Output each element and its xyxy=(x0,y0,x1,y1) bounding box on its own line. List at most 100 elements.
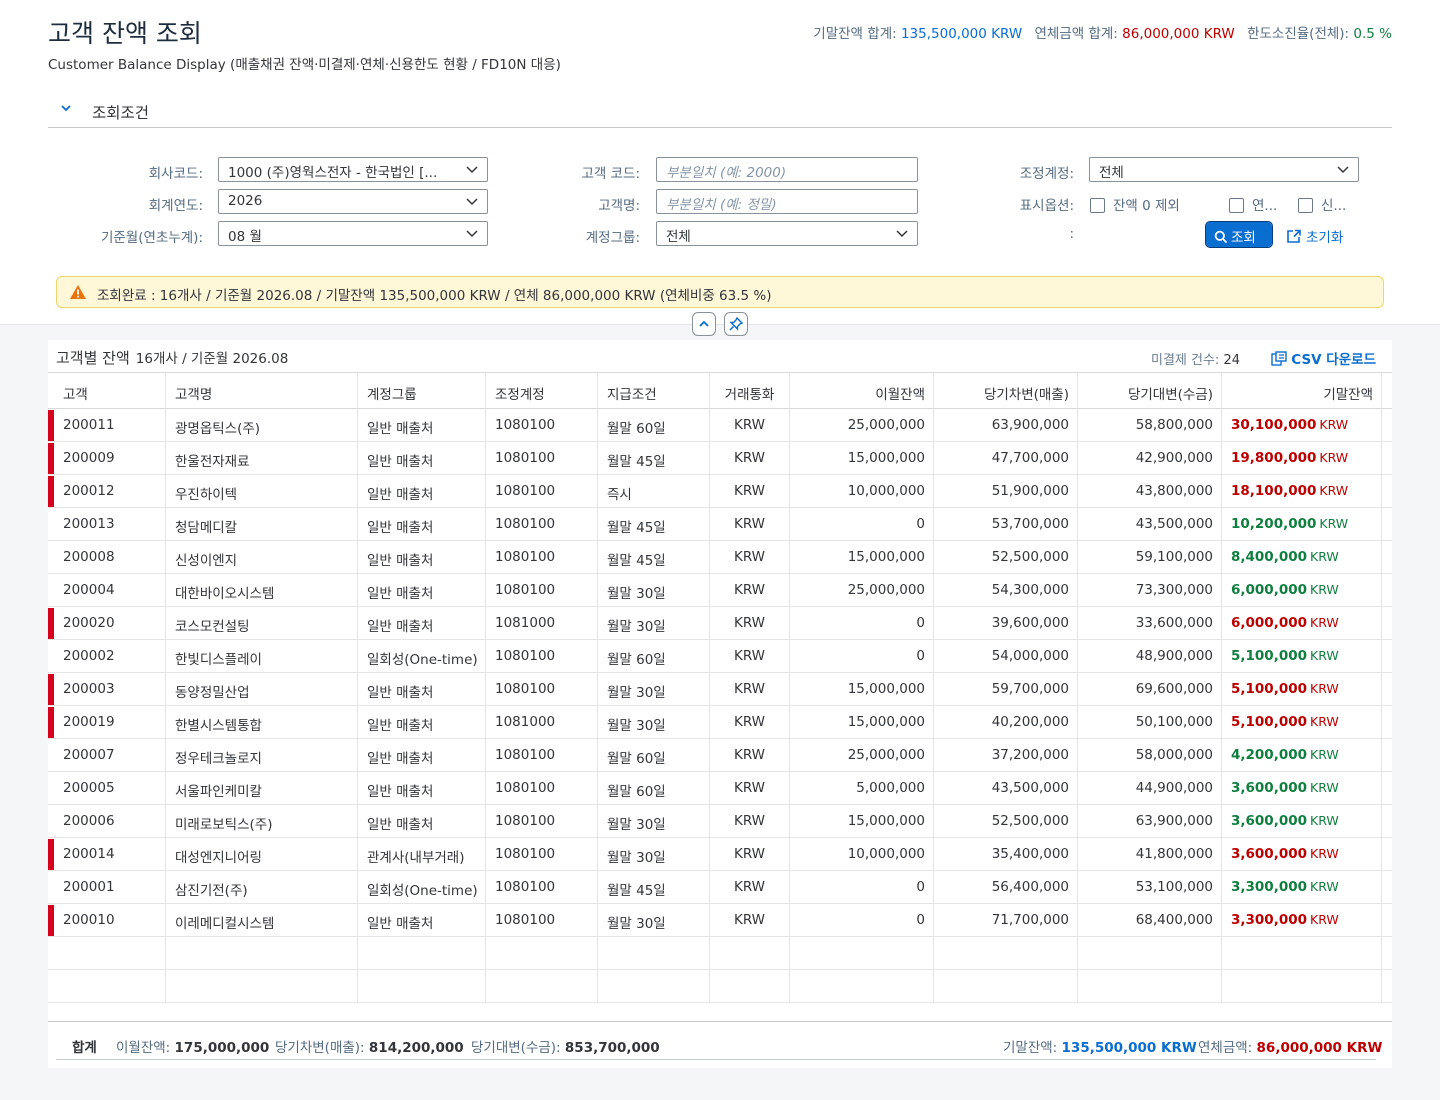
credit-option-checkbox[interactable]: 신... xyxy=(1298,194,1346,214)
table-title: 고객별 잔액 16개사 / 기준월 2026.08 xyxy=(56,347,288,368)
table-row[interactable]: 200008 신성이엔지 일반 매출처 1080100 월말 45일 KRW 15,000,… xyxy=(48,541,1392,574)
fiscal-year-select[interactable]: 2026 xyxy=(218,189,488,214)
table-row[interactable]: 200011 광명옵틱스(주) 일반 매출처 1080100 월말 60일 KRW 25,0… xyxy=(48,409,1392,442)
account-group-select[interactable]: 전체 xyxy=(656,221,918,246)
end-balance-value: 5,100,000 xyxy=(1231,648,1308,664)
exclude-zero-checkbox[interactable]: 잔액 0 제외 xyxy=(1090,194,1180,214)
column-header-debit[interactable]: 당기차변(매출) xyxy=(934,373,1078,408)
column-header-account-group[interactable]: 계정그룹 xyxy=(358,373,486,408)
cell-account-group: 일반 매출처 xyxy=(358,508,486,540)
column-header-recon-account[interactable]: 조정계정 xyxy=(486,373,598,408)
cell-carry-forward: 10,000,000 xyxy=(790,838,934,870)
cell-account-group: 일반 매출처 xyxy=(358,706,486,738)
cell-end-balance: 6,000,000 KRW xyxy=(1222,574,1382,606)
table-row[interactable]: 200014 대성엔지니어링 관계사(내부거래) 1080100 월말 30일 KRW 10… xyxy=(48,838,1392,871)
end-balance-currency: KRW xyxy=(1310,912,1339,927)
cell-recon-account: 1081000 xyxy=(486,706,598,738)
total-end-balance: 기말잔액: 135,500,000 KRW xyxy=(1003,1036,1197,1056)
empty-cell xyxy=(358,970,486,1002)
empty-cell xyxy=(598,937,710,969)
company-code-select[interactable]: 1000 (주)영웍스전자 - 한국법인 [... xyxy=(218,157,488,182)
end-balance-value: 19,800,000 xyxy=(1231,450,1317,466)
end-balance-currency: KRW xyxy=(1310,780,1339,795)
cell-customer-code: 200002 xyxy=(48,640,166,672)
cell-customer-code: 200008 xyxy=(48,541,166,573)
checkbox-box[interactable] xyxy=(1229,198,1244,213)
table-row[interactable]: 200009 한울전자재료 일반 매출처 1080100 월말 45일 KRW 15,000… xyxy=(48,442,1392,475)
recon-account-select[interactable]: 전체 xyxy=(1089,157,1359,182)
end-balance-value: 10,200,000 xyxy=(1231,516,1317,532)
table-row[interactable]: 200004 대한바이오시스템 일반 매출처 1080100 월말 30일 KRW 25,0… xyxy=(48,574,1392,607)
column-header-carry-forward[interactable]: 이월잔액 xyxy=(790,373,934,408)
reset-button[interactable]: 초기화 xyxy=(1286,226,1343,246)
column-header-end-balance[interactable]: 기말잔액 xyxy=(1222,373,1382,408)
cell-debit: 40,200,000 xyxy=(934,706,1078,738)
column-header-customer-name[interactable]: 고객명 xyxy=(166,373,358,408)
customer-name-label: 고객명: xyxy=(598,198,640,214)
table-title-text: 고객별 잔액 xyxy=(56,349,130,367)
cell-credit: 53,100,000 xyxy=(1078,871,1222,903)
cell-carry-forward: 15,000,000 xyxy=(790,442,934,474)
overdue-only-checkbox[interactable]: 연... xyxy=(1229,194,1277,214)
cell-recon-account: 1080100 xyxy=(486,772,598,804)
end-balance-currency: KRW xyxy=(1310,615,1339,630)
table-row[interactable]: 200003 동양정밀산업 일반 매출처 1080100 월말 30일 KRW 15,000… xyxy=(48,673,1392,706)
cell-currency: KRW xyxy=(710,607,790,639)
totals-footer: 합계 이월잔액: 175,000,000 당기차변(매출): 814,200,0… xyxy=(48,1021,1392,1061)
empty-cell xyxy=(166,937,358,969)
cell-customer-code: 200012 xyxy=(48,475,166,507)
cell-carry-forward: 25,000,000 xyxy=(790,574,934,606)
csv-download-button[interactable]: CSV 다운로드 xyxy=(1271,348,1376,368)
cell-debit: 35,400,000 xyxy=(934,838,1078,870)
end-balance-value: 3,300,000 xyxy=(1231,912,1308,928)
cell-customer-name: 광명옵틱스(주) xyxy=(166,409,358,441)
empty-table-row xyxy=(48,970,1392,1003)
table-row[interactable]: 200013 청담메디칼 일반 매출처 1080100 월말 45일 KRW 0 53,700… xyxy=(48,508,1392,541)
cell-currency: KRW xyxy=(710,904,790,936)
table-row[interactable]: 200019 한별시스템통합 일반 매출처 1081000 월말 30일 KRW 15,00… xyxy=(48,706,1392,739)
cell-currency: KRW xyxy=(710,673,790,705)
column-header-credit[interactable]: 당기대변(수금) xyxy=(1078,373,1222,408)
cell-account-group: 일반 매출처 xyxy=(358,574,486,606)
column-header-currency[interactable]: 거래통화 xyxy=(710,373,790,408)
search-button[interactable]: 조회 xyxy=(1205,221,1273,248)
period-select[interactable]: 08 월 xyxy=(218,221,488,246)
column-header-payment-terms[interactable]: 지급조건 xyxy=(598,373,710,408)
collapse-header-button[interactable] xyxy=(692,312,716,336)
cell-recon-account: 1080100 xyxy=(486,442,598,474)
cell-recon-account: 1080100 xyxy=(486,574,598,606)
table-row[interactable]: 200006 미래로보틱스(주) 일반 매출처 1080100 월말 30일 KRW 15,… xyxy=(48,805,1392,838)
table-row[interactable]: 200012 우진하이텍 일반 매출처 1080100 즉시 KRW 10,000,000 5… xyxy=(48,475,1392,508)
table-row[interactable]: 200010 이레메디컬시스템 일반 매출처 1080100 월말 30일 KRW 0 71,… xyxy=(48,904,1392,937)
checkbox-box[interactable] xyxy=(1090,198,1105,213)
cell-customer-name: 한울전자재료 xyxy=(166,442,358,474)
table-row[interactable]: 200005 서울파인케미칼 일반 매출처 1080100 월말 60일 KRW 5,000… xyxy=(48,772,1392,805)
page-title: 고객 잔액 조회 xyxy=(48,19,202,48)
checkbox-box[interactable] xyxy=(1298,198,1313,213)
table-row[interactable]: 200020 코스모컨설팅 일반 매출처 1081000 월말 30일 KRW 0 39,60… xyxy=(48,607,1392,640)
empty-cell xyxy=(790,937,934,969)
table-row[interactable]: 200007 정우테크놀로지 일반 매출처 1080100 월말 60일 KRW 25,00… xyxy=(48,739,1392,772)
reset-button-label: 초기화 xyxy=(1306,230,1344,246)
filter-section-header[interactable]: 조회조건 xyxy=(48,96,1392,128)
total-debit: 당기차변(매출): 814,200,000 xyxy=(275,1036,464,1056)
chevron-down-icon xyxy=(465,193,479,209)
chevron-down-icon[interactable] xyxy=(60,102,72,118)
customer-balance-grid: 고객 고객명 계정그룹 조정계정 지급조건 거래통화 이월잔액 당기차변(매출)… xyxy=(48,372,1392,1003)
pin-header-button[interactable] xyxy=(724,312,748,336)
cell-carry-forward: 0 xyxy=(790,904,934,936)
cell-end-balance: 3,300,000 KRW xyxy=(1222,871,1382,903)
column-header-customer[interactable]: 고객 xyxy=(48,373,166,408)
cell-customer-name: 미래로보틱스(주) xyxy=(166,805,358,837)
empty-cell xyxy=(598,970,710,1002)
table-row[interactable]: 200001 삼진기전(주) 일회성(One-time) 1080100 월말 45일 K… xyxy=(48,871,1392,904)
empty-cell xyxy=(710,970,790,1002)
cell-account-group: 일반 매출처 xyxy=(358,475,486,507)
cell-account-group: 일반 매출처 xyxy=(358,409,486,441)
cell-payment-terms: 월말 30일 xyxy=(598,607,710,639)
empty-table-row xyxy=(48,937,1392,970)
customer-name-input[interactable]: 부분일치 (예: 정밀) xyxy=(656,189,918,214)
cell-currency: KRW xyxy=(710,871,790,903)
customer-code-input[interactable]: 부분일치 (예: 2000) xyxy=(656,157,918,182)
table-row[interactable]: 200002 한빛디스플레이 일회성(One-time) 1080100 월말 60일 K… xyxy=(48,640,1392,673)
